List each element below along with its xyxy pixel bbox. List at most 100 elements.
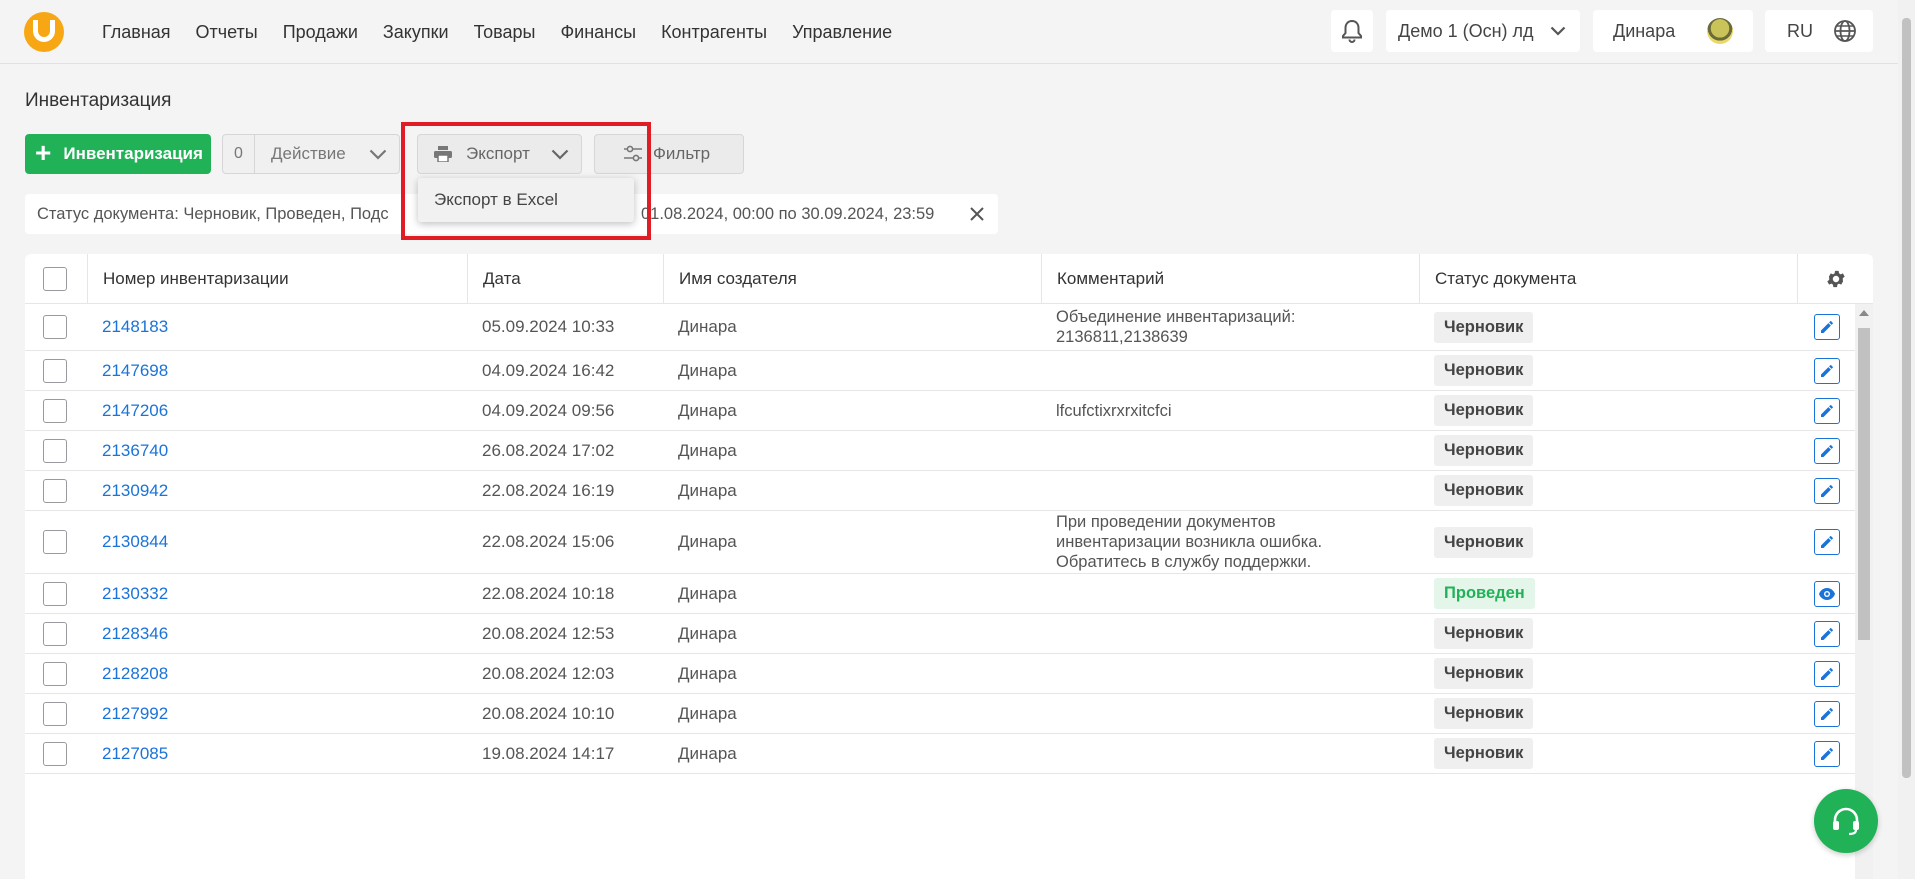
- add-inventory-button[interactable]: + Инвентаризация: [25, 134, 211, 174]
- edit-button[interactable]: [1813, 437, 1840, 464]
- table-scroll-thumb[interactable]: [1858, 328, 1870, 640]
- nav-item-finance[interactable]: Финансы: [560, 22, 636, 43]
- edit-button[interactable]: [1813, 620, 1840, 647]
- number-cell: 2130844: [88, 511, 468, 573]
- language-selector[interactable]: RU: [1765, 10, 1873, 52]
- nav-item-home[interactable]: Главная: [102, 22, 171, 43]
- close-icon[interactable]: [966, 203, 988, 225]
- row-checkbox[interactable]: [43, 530, 67, 554]
- inventory-number-link[interactable]: 2128208: [102, 664, 168, 684]
- notifications-button[interactable]: [1331, 10, 1373, 52]
- inventory-number-link[interactable]: 2128346: [102, 624, 168, 644]
- edit-button[interactable]: [1813, 357, 1840, 384]
- company-selector[interactable]: Демо 1 (Осн) лд: [1386, 10, 1580, 52]
- header-creator[interactable]: Имя создателя: [664, 254, 1042, 304]
- select-all-checkbox[interactable]: [43, 267, 67, 291]
- edit-button[interactable]: [1813, 700, 1840, 727]
- creator-cell: Динара: [678, 583, 737, 603]
- comment-cell: [1042, 471, 1420, 510]
- bell-icon: [1342, 19, 1362, 43]
- nav-item-sales[interactable]: Продажи: [283, 22, 358, 43]
- number-cell: 2130942: [88, 471, 468, 510]
- export-menu-item-excel[interactable]: Экспорт в Excel: [418, 178, 634, 222]
- row-action-cell: [1798, 614, 1855, 653]
- user-menu[interactable]: Динара: [1593, 10, 1753, 52]
- inventory-number-link[interactable]: 2147698: [102, 361, 168, 381]
- row-checkbox[interactable]: [43, 581, 67, 606]
- header-number[interactable]: Номер инвентаризации: [88, 254, 468, 304]
- table-row[interactable]: 2128346 20.08.2024 12:53 Динара Черновик: [25, 614, 1855, 654]
- row-checkbox[interactable]: [43, 621, 67, 646]
- date-cell: 05.09.2024 10:33: [482, 317, 615, 336]
- table-row[interactable]: 2130942 22.08.2024 16:19 Динара Черновик: [25, 471, 1855, 511]
- inventory-number-link[interactable]: 2148183: [102, 317, 168, 337]
- row-checkbox[interactable]: [43, 661, 67, 686]
- edit-button[interactable]: [1813, 660, 1840, 687]
- header-status[interactable]: Статус документа: [1420, 254, 1798, 304]
- comment-cell: [1042, 734, 1420, 773]
- edit-icon: [1820, 536, 1833, 548]
- table-row[interactable]: 2148183 05.09.2024 10:33 Динара Объедине…: [25, 304, 1855, 351]
- nav-item-management[interactable]: Управление: [792, 22, 892, 43]
- inventory-number-link[interactable]: 2127085: [102, 744, 168, 764]
- row-action-cell: [1798, 304, 1855, 350]
- nav-item-counterparties[interactable]: Контрагенты: [661, 22, 767, 43]
- page-scrollbar[interactable]: [1898, 0, 1915, 879]
- edit-icon: [1820, 667, 1833, 680]
- row-select-cell: [25, 431, 88, 470]
- table-row[interactable]: 2147698 04.09.2024 16:42 Динара Черновик: [25, 351, 1855, 391]
- support-chat-button[interactable]: [1814, 789, 1878, 853]
- selected-count: 0: [223, 135, 255, 173]
- edit-button[interactable]: [1813, 740, 1840, 767]
- table-row[interactable]: 2127992 20.08.2024 10:10 Динара Черновик: [25, 694, 1855, 734]
- filter-label: Фильтр: [653, 144, 711, 163]
- row-checkbox[interactable]: [43, 741, 67, 766]
- row-checkbox[interactable]: [43, 315, 67, 339]
- page-scroll-thumb[interactable]: [1902, 18, 1911, 778]
- header-date[interactable]: Дата: [468, 254, 664, 304]
- edit-button[interactable]: [1813, 529, 1840, 555]
- scroll-up-arrow[interactable]: [1859, 310, 1869, 316]
- row-checkbox[interactable]: [43, 438, 67, 463]
- edit-button[interactable]: [1813, 397, 1840, 424]
- status-badge: Черновик: [1434, 355, 1534, 386]
- creator-cell: Динара: [678, 532, 737, 551]
- inventory-number-link[interactable]: 2127992: [102, 704, 168, 724]
- number-cell: 2147698: [88, 351, 468, 390]
- inventory-number-link[interactable]: 2130332: [102, 584, 168, 604]
- header-comment[interactable]: Комментарий: [1042, 254, 1420, 304]
- table-row[interactable]: 2128208 20.08.2024 12:03 Динара Черновик: [25, 654, 1855, 694]
- filter-button[interactable]: Фильтр: [594, 134, 744, 174]
- top-navigation-bar: Главная Отчеты Продажи Закупки Товары Фи…: [0, 0, 1898, 64]
- table-row[interactable]: 2136740 26.08.2024 17:02 Динара Черновик: [25, 431, 1855, 471]
- filter-status-text: Статус документа: Черновик, Проведен, По…: [37, 204, 389, 223]
- table-row[interactable]: 2147206 04.09.2024 09:56 Динара lfcufcti…: [25, 391, 1855, 431]
- nav-item-reports[interactable]: Отчеты: [196, 22, 258, 43]
- row-checkbox[interactable]: [43, 398, 67, 423]
- view-button[interactable]: [1813, 580, 1840, 607]
- table-row[interactable]: 2127085 19.08.2024 14:17 Динара Черновик: [25, 734, 1855, 774]
- table-row[interactable]: 2130332 22.08.2024 10:18 Динара Проведен: [25, 574, 1855, 614]
- export-button[interactable]: Экспорт: [417, 134, 582, 174]
- inventory-number-link[interactable]: 2136740: [102, 441, 168, 461]
- edit-button[interactable]: [1813, 314, 1840, 340]
- status-badge: Черновик: [1434, 738, 1534, 769]
- row-checkbox[interactable]: [43, 701, 67, 726]
- edit-button[interactable]: [1813, 477, 1840, 504]
- nav-item-purchases[interactable]: Закупки: [383, 22, 449, 43]
- inventory-number-link[interactable]: 2130844: [102, 532, 168, 552]
- nav-item-products[interactable]: Товары: [474, 22, 536, 43]
- table-row[interactable]: 2130844 22.08.2024 15:06 Динара При пров…: [25, 511, 1855, 574]
- edit-icon: [1820, 444, 1833, 457]
- logo-icon[interactable]: [24, 12, 64, 52]
- row-action-cell: [1798, 574, 1855, 613]
- row-action-cell: [1798, 471, 1855, 510]
- row-checkbox[interactable]: [43, 358, 67, 383]
- inventory-number-link[interactable]: 2130942: [102, 481, 168, 501]
- action-dropdown[interactable]: 0 Действие: [222, 134, 400, 174]
- row-checkbox[interactable]: [43, 478, 67, 503]
- date-cell: 04.09.2024 09:56: [482, 400, 615, 420]
- comment-cell: [1042, 351, 1420, 390]
- inventory-number-link[interactable]: 2147206: [102, 401, 168, 421]
- table-settings-button[interactable]: [1798, 254, 1873, 304]
